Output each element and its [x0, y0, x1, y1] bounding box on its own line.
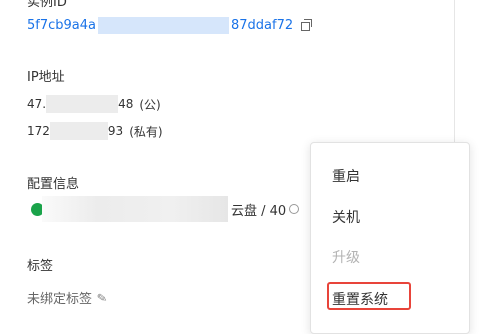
redacted-block: [49, 122, 108, 140]
tags-label: 标签: [27, 259, 54, 274]
tag-row: 未绑定标签 ✎: [27, 288, 108, 307]
menu-item-shutdown[interactable]: 关机: [332, 207, 360, 227]
private-ip-prefix: 172: [27, 124, 50, 138]
instance-id-prefix[interactable]: 5f7cb9a4a: [27, 18, 96, 33]
panel-divider: [454, 0, 455, 150]
unbound-tags-text: 未绑定标签: [27, 292, 93, 307]
private-ip-suffix: 93: [107, 124, 124, 138]
redacted-block: [42, 196, 228, 222]
redacted-block: [98, 16, 229, 34]
config-label: 配置信息: [27, 177, 80, 192]
copy-icon[interactable]: [301, 19, 313, 31]
redacted-block: [46, 95, 119, 113]
instance-id-label: 实例ID: [27, 0, 67, 10]
menu-item-upgrade: 升级: [332, 250, 360, 266]
public-ip-row: 47. 48 (公): [27, 95, 161, 113]
private-ip-tag: (私有): [129, 124, 163, 139]
ip-label: IP地址: [27, 70, 65, 85]
info-icon: [289, 204, 300, 214]
pencil-icon[interactable]: ✎: [96, 290, 108, 306]
menu-item-reset-system[interactable]: 重置系统: [332, 289, 388, 309]
menu-item-restart[interactable]: 重启: [332, 166, 360, 186]
private-ip-row: 172 93 (私有): [27, 122, 163, 140]
config-row: 云盘 / 40: [27, 196, 300, 222]
instance-id-suffix[interactable]: 87ddaf72: [231, 18, 293, 33]
public-ip-tag: (公): [139, 97, 161, 112]
action-menu: 重启 关机 升级 重置系统: [310, 142, 470, 334]
disk-text: 云盘 / 40: [231, 203, 287, 219]
instance-id-row: 5f7cb9a4a 87ddaf72: [27, 15, 313, 35]
public-ip-prefix: 47.: [27, 97, 47, 111]
public-ip-suffix: 48: [118, 97, 134, 111]
